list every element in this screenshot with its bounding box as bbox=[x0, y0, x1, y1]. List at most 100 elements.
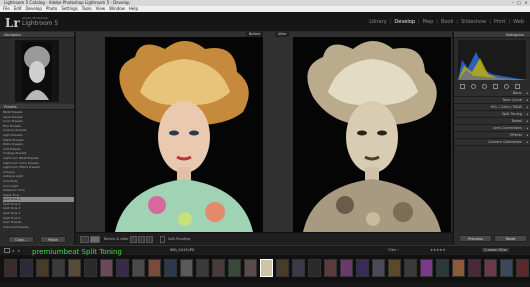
filmstrip-thumb[interactable] bbox=[292, 259, 305, 277]
histogram-header[interactable]: Histogram bbox=[454, 32, 530, 38]
right-panel: Histogram BasicTone CurveHSL / Color / B… bbox=[453, 32, 530, 245]
histogram bbox=[458, 40, 527, 80]
filmstrip-thumb[interactable] bbox=[308, 259, 321, 277]
tool-strip bbox=[454, 82, 530, 90]
filmstrip-thumb[interactable] bbox=[452, 259, 465, 277]
star-rating-filter[interactable]: ★★★★★ bbox=[430, 248, 446, 252]
filmstrip-thumb[interactable] bbox=[500, 259, 513, 277]
radial-filter-icon[interactable] bbox=[504, 83, 509, 89]
section-header[interactable]: Basic bbox=[454, 90, 530, 97]
module-picker: Library | Develop | Map | Book | Slideshow | … bbox=[369, 19, 524, 25]
loupe-view-button[interactable] bbox=[80, 236, 89, 243]
identity-plate: Lr Adobe Photoshop Lightroom 5 Library | … bbox=[0, 12, 530, 32]
filmstrip-thumb[interactable] bbox=[148, 259, 161, 277]
module-web[interactable]: Web bbox=[513, 19, 524, 25]
filmstrip-thumb[interactable] bbox=[340, 259, 353, 277]
copy-before-to-after-button[interactable] bbox=[138, 236, 145, 243]
filmstrip-thumb[interactable] bbox=[436, 259, 449, 277]
paste-button[interactable]: Paste bbox=[40, 236, 66, 243]
filmstrip-thumb[interactable] bbox=[180, 259, 193, 277]
left-panel: Navigator Presets B&W Presets Aqua Preset… bbox=[0, 32, 75, 245]
histogram-graph bbox=[458, 52, 527, 80]
section-header[interactable]: Camera Calibration bbox=[454, 139, 530, 146]
navigator-header[interactable]: Navigator bbox=[0, 32, 74, 38]
filmstrip-thumb[interactable] bbox=[372, 259, 385, 277]
presets-list: B&W Presets Aqua Presets Color Presets Film… bbox=[0, 110, 74, 229]
filmstrip-thumb[interactable] bbox=[420, 259, 433, 277]
soft-proofing-checkbox[interactable] bbox=[160, 236, 165, 243]
filter-select[interactable]: Custom Filter bbox=[482, 248, 510, 252]
filter-label: Filter : bbox=[388, 248, 399, 252]
brand-title: Lightroom 5 bbox=[22, 20, 59, 27]
filmstrip-thumb[interactable] bbox=[484, 259, 497, 277]
file-name: IMG_0413.JPG bbox=[170, 248, 195, 252]
filmstrip-thumb[interactable] bbox=[468, 259, 481, 277]
forward-icon[interactable]: ▸ bbox=[18, 248, 20, 253]
filmstrip-thumb[interactable] bbox=[388, 259, 401, 277]
after-image bbox=[293, 37, 451, 232]
navigator-thumbnail bbox=[22, 42, 52, 100]
filmstrip-thumb[interactable] bbox=[116, 259, 129, 277]
filmstrip-thumb-selected[interactable] bbox=[260, 259, 273, 277]
module-develop[interactable]: Develop bbox=[394, 19, 415, 25]
red-eye-icon[interactable] bbox=[482, 83, 487, 89]
crop-icon[interactable] bbox=[460, 83, 465, 89]
section-header[interactable]: Split Toning bbox=[454, 111, 530, 118]
section-header[interactable]: Lens Corrections bbox=[454, 125, 530, 132]
filmstrip-thumb[interactable] bbox=[36, 259, 49, 277]
section-header[interactable]: Detail bbox=[454, 118, 530, 125]
section-header[interactable]: HSL / Color / B&W bbox=[454, 104, 530, 111]
window-title: Lightroom 5 Catalog - Adobe Photoshop Li… bbox=[4, 0, 130, 5]
soft-proofing-label: Soft Proofing bbox=[168, 237, 191, 241]
module-map[interactable]: Map bbox=[423, 19, 434, 25]
back-icon[interactable]: ◂ bbox=[12, 248, 14, 253]
filmstrip-thumb[interactable] bbox=[164, 259, 177, 277]
filmstrip-thumb[interactable] bbox=[228, 259, 241, 277]
filmstrip-thumb[interactable] bbox=[68, 259, 81, 277]
swap-before-after-button[interactable] bbox=[130, 236, 137, 243]
before-after-view-button[interactable] bbox=[90, 236, 100, 243]
filmstrip-thumb[interactable] bbox=[356, 259, 369, 277]
module-slideshow[interactable]: Slideshow bbox=[461, 19, 486, 25]
before-photo[interactable] bbox=[105, 37, 263, 232]
filmstrip-thumb[interactable] bbox=[196, 259, 209, 277]
module-library[interactable]: Library bbox=[369, 19, 386, 25]
watermark-overlay-text: premiumbeat Split Toning bbox=[32, 248, 122, 256]
filmstrip-thumb[interactable] bbox=[52, 259, 65, 277]
copy-button[interactable]: Copy... bbox=[8, 236, 34, 243]
after-label: After bbox=[275, 32, 290, 37]
adjustment-brush-icon[interactable] bbox=[515, 83, 520, 89]
filmstrip-thumb[interactable] bbox=[324, 259, 337, 277]
spot-removal-icon[interactable] bbox=[471, 83, 476, 89]
before-after-label: Before & After : bbox=[104, 237, 132, 241]
previous-button[interactable]: Previous bbox=[459, 235, 492, 242]
module-print[interactable]: Print bbox=[494, 19, 506, 25]
filmstrip bbox=[0, 255, 530, 282]
after-photo[interactable] bbox=[293, 37, 451, 232]
copy-after-to-before-button[interactable] bbox=[146, 236, 153, 243]
filmstrip-thumb[interactable] bbox=[84, 259, 97, 277]
filmstrip-thumb[interactable] bbox=[276, 259, 289, 277]
lightroom-logo: Lr bbox=[5, 16, 20, 30]
grid-view-icon[interactable] bbox=[4, 248, 10, 253]
reset-button[interactable]: Reset bbox=[494, 235, 527, 242]
develop-sections: BasicTone CurveHSL / Color / B&WSplit To… bbox=[454, 90, 530, 146]
filmstrip-thumb[interactable] bbox=[132, 259, 145, 277]
section-header[interactable]: Tone Curve bbox=[454, 97, 530, 104]
filmstrip-thumb[interactable] bbox=[244, 259, 257, 277]
filmstrip-thumb[interactable] bbox=[212, 259, 225, 277]
section-header[interactable]: Effects bbox=[454, 132, 530, 139]
before-image bbox=[105, 37, 263, 232]
graduated-filter-icon[interactable] bbox=[493, 83, 498, 89]
bottom-panel-toggle[interactable] bbox=[0, 282, 530, 287]
navigator-preview[interactable] bbox=[15, 40, 59, 102]
filmstrip-thumb[interactable] bbox=[100, 259, 113, 277]
before-after-view: Before After Before & After: Soft Proof… bbox=[76, 32, 452, 245]
filmstrip-thumb[interactable] bbox=[516, 259, 529, 277]
filmstrip-thumb[interactable] bbox=[20, 259, 33, 277]
lightroom-window: Lightroom 5 Catalog - Adobe Photoshop Li… bbox=[0, 0, 530, 287]
preset-item[interactable]: Imported Presets bbox=[3, 225, 74, 230]
filmstrip-thumb[interactable] bbox=[404, 259, 417, 277]
filmstrip-thumb[interactable] bbox=[4, 259, 17, 277]
module-book[interactable]: Book bbox=[441, 19, 453, 25]
